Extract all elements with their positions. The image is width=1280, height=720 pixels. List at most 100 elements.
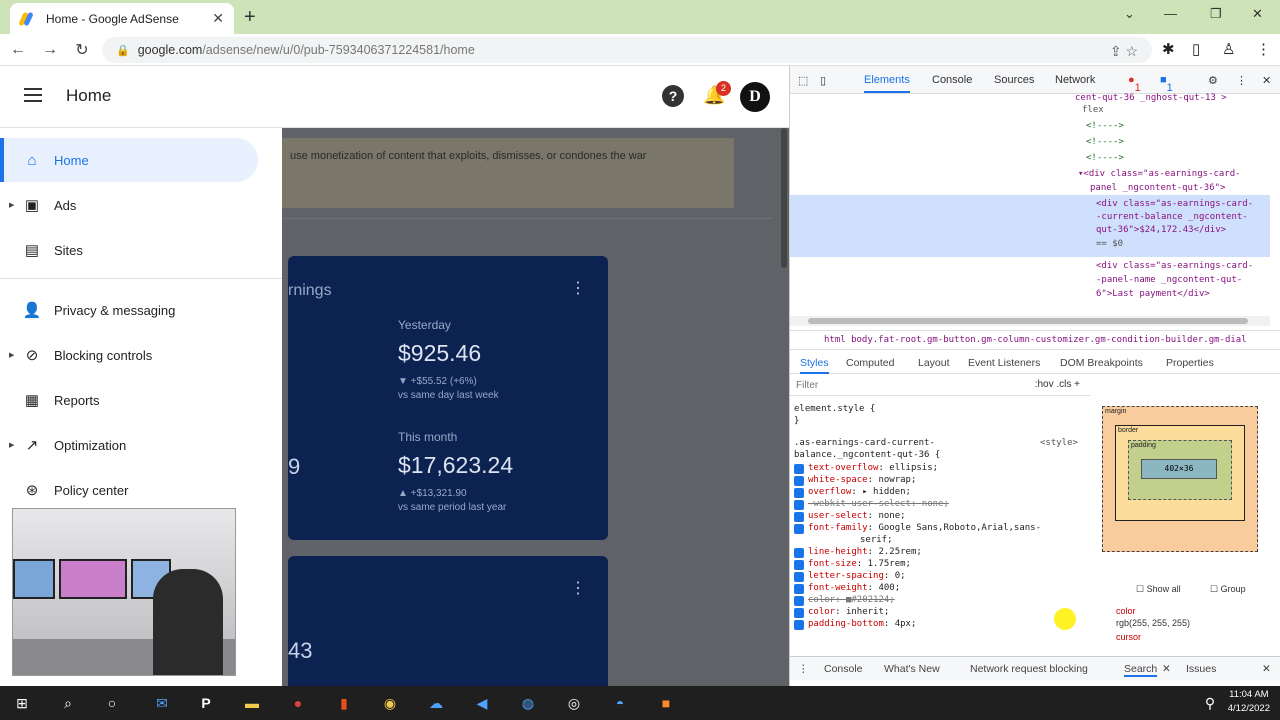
dom-line[interactable]: ▾<div class="as-earnings-card- [1078, 168, 1241, 181]
css-property[interactable]: font-size: 1.75rem; [794, 559, 911, 571]
tab-event-listeners[interactable]: Event Listeners [968, 357, 1040, 369]
styles-filter-input[interactable]: Filter :hov .cls + [790, 376, 1090, 396]
dom-line[interactable]: qut-36">$24,172.43</div> [1096, 224, 1226, 237]
vscode-icon[interactable]: ◀ [472, 693, 492, 713]
css-property[interactable]: white-space: nowrap; [794, 475, 916, 487]
sidebar-item-blocking[interactable]: ▶ ⊘ Blocking controls [0, 333, 258, 377]
drawer-tab-whats-new[interactable]: What's New [884, 663, 940, 675]
dom-line[interactable]: <div class="as-earnings-card- [1096, 260, 1253, 273]
avatar[interactable]: D [740, 82, 770, 112]
selector-source[interactable]: <style> [1040, 438, 1078, 450]
sidebar-item-policy[interactable]: ⊛ Policy center [0, 468, 258, 512]
css-property[interactable]: color: inherit; [794, 607, 889, 619]
box-content-size[interactable]: 402×36 [1141, 459, 1217, 479]
tab-styles[interactable]: Styles [800, 357, 829, 374]
network-icon[interactable]: ⚲ [1200, 693, 1220, 713]
app-red-icon[interactable]: ● [288, 693, 308, 713]
sidebar-item-optimization[interactable]: ▶ ↗ Optimization [0, 423, 258, 467]
drawer-tab-console[interactable]: Console [824, 663, 863, 675]
css-property[interactable]: color: ■#202124; [794, 595, 895, 607]
close-devtools-icon[interactable]: ✕ [1262, 74, 1271, 87]
profile-icon[interactable]: ♙ [1222, 40, 1235, 58]
dom-horizontal-scrollbar[interactable] [790, 316, 1270, 326]
selector-line[interactable]: .as-earnings-card-current- [794, 438, 935, 450]
drawer-tab-search[interactable]: Search [1124, 663, 1158, 677]
tab-dom-breakpoints[interactable]: DOM Breakpoints [1060, 357, 1143, 369]
system-clock[interactable]: 11:04 AM 4/12/2022 [1228, 688, 1270, 716]
show-all-checkbox[interactable]: ☐ Show all [1136, 584, 1181, 595]
file-explorer-icon[interactable]: ▬ [242, 693, 262, 713]
sidebar-item-sites[interactable]: ▤ Sites [0, 228, 258, 272]
close-drawer-icon[interactable]: ✕ [1262, 663, 1271, 675]
new-tab-icon[interactable]: + [244, 6, 256, 29]
tab-layout[interactable]: Layout [918, 357, 950, 369]
share-icon[interactable]: ⇪ ☆ [1110, 43, 1138, 60]
dom-line[interactable]: <!----> [1086, 120, 1124, 133]
selector-line[interactable]: balance._ngcontent-qut-36 { [794, 450, 940, 462]
edge-icon[interactable]: ◓ [610, 693, 630, 713]
close-tab-icon[interactable]: ✕ [212, 10, 224, 27]
dom-line[interactable]: <div class="as-earnings-card- [1096, 198, 1253, 211]
extensions-icon[interactable]: ✱ [1162, 40, 1175, 58]
breadcrumb[interactable]: html body.fat-root.gm-button.gm-column-c… [790, 330, 1280, 350]
browser-app-icon[interactable]: ◍ [518, 693, 538, 713]
css-property[interactable]: letter-spacing: 0; [794, 571, 906, 583]
drawer-tab-issues[interactable]: Issues [1186, 663, 1216, 675]
dom-line[interactable]: <!----> [1086, 152, 1124, 165]
computed-prop-name[interactable]: cursor [1116, 632, 1141, 642]
forward-icon[interactable]: → [36, 41, 64, 59]
sidepanel-icon[interactable]: ▯ [1192, 40, 1200, 58]
error-count[interactable]: ● 1 [1128, 74, 1141, 94]
back-icon[interactable]: ← [4, 41, 32, 59]
css-property[interactable]: padding-bottom: 4px; [794, 619, 916, 631]
tab-search-icon[interactable]: ⌄ [1124, 6, 1135, 22]
tab-elements[interactable]: Elements [864, 74, 910, 93]
pdf-app-icon[interactable]: P [196, 693, 216, 713]
group-checkbox[interactable]: ☐ Group [1210, 584, 1246, 595]
css-property[interactable]: text-overflow: ellipsis; [794, 463, 938, 475]
drawer-tab-network-blocking[interactable]: Network request blocking [970, 663, 1088, 675]
mail-icon[interactable]: ✉ [152, 693, 172, 713]
sidebar-item-reports[interactable]: ▦ Reports [0, 378, 258, 422]
close-search-icon[interactable]: ✕ [1162, 663, 1171, 675]
css-property[interactable]: overflow: ▸ hidden; [794, 487, 911, 499]
computed-prop-name[interactable]: color [1116, 606, 1136, 616]
dom-line[interactable]: panel _ngcontent-qut-36"> [1090, 182, 1225, 195]
settings-gear-icon[interactable]: ⚙ [1208, 74, 1218, 87]
dom-line[interactable]: == $0 [1096, 238, 1123, 251]
content-scrollbar[interactable] [781, 128, 787, 268]
tab-network[interactable]: Network [1055, 74, 1095, 86]
task-view-icon[interactable]: ○ [102, 693, 122, 713]
tab-computed[interactable]: Computed [846, 357, 894, 369]
message-count[interactable]: ■ 1 [1160, 74, 1173, 94]
element-style-rule[interactable]: element.style { [794, 404, 875, 416]
cloud-app-icon[interactable]: ☁ [426, 693, 446, 713]
recorder-icon[interactable]: ■ [656, 693, 676, 713]
tab-console[interactable]: Console [932, 74, 972, 86]
office-icon[interactable]: ▮ [334, 693, 354, 713]
browser-tab[interactable]: Home - Google AdSense ✕ [10, 3, 234, 34]
minimize-icon[interactable]: — [1164, 6, 1177, 21]
css-property[interactable]: font-weight: 400; [794, 583, 900, 595]
close-window-icon[interactable]: ✕ [1252, 6, 1263, 22]
filter-tools[interactable]: :hov .cls + [1035, 379, 1080, 391]
dom-line[interactable]: <!----> [1086, 136, 1124, 149]
css-property[interactable]: font-family: Google Sans,Roboto,Arial,sa… [794, 523, 1041, 535]
drawer-menu-icon[interactable]: ⋮ [798, 663, 809, 675]
more-vert-icon[interactable]: ⋮ [1236, 74, 1247, 87]
more-vert-icon[interactable]: ⋮ [570, 278, 586, 298]
address-bar[interactable]: 🔒 google.com /adsense/new/u/0/pub-759340… [102, 37, 1152, 63]
sidebar-item-ads[interactable]: ▶ ▣ Ads [0, 183, 258, 227]
css-property[interactable]: -webkit-user-select: none; [794, 499, 949, 511]
device-toggle-icon[interactable]: ▯ [820, 74, 826, 87]
menu-icon[interactable]: ⋮ [1256, 40, 1271, 58]
dom-line[interactable]: -current-balance _ngcontent- [1096, 211, 1248, 224]
dom-line[interactable]: flex [1082, 104, 1104, 117]
css-property[interactable]: user-select: none; [794, 511, 906, 523]
chrome-icon[interactable]: ◉ [374, 686, 406, 720]
inspect-icon[interactable]: ⬚ [798, 74, 808, 87]
search-icon[interactable]: ⌕ [58, 693, 78, 713]
help-icon[interactable]: ? [662, 85, 684, 107]
reload-icon[interactable]: ↻ [68, 40, 96, 60]
more-vert-icon[interactable]: ⋮ [570, 578, 586, 598]
